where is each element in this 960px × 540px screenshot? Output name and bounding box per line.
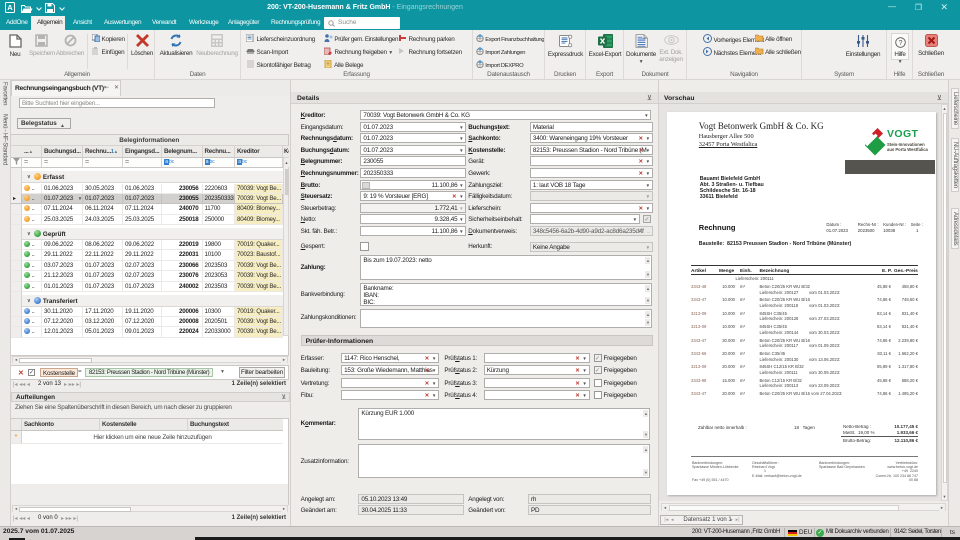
svg-text:?: ? [898,40,902,47]
